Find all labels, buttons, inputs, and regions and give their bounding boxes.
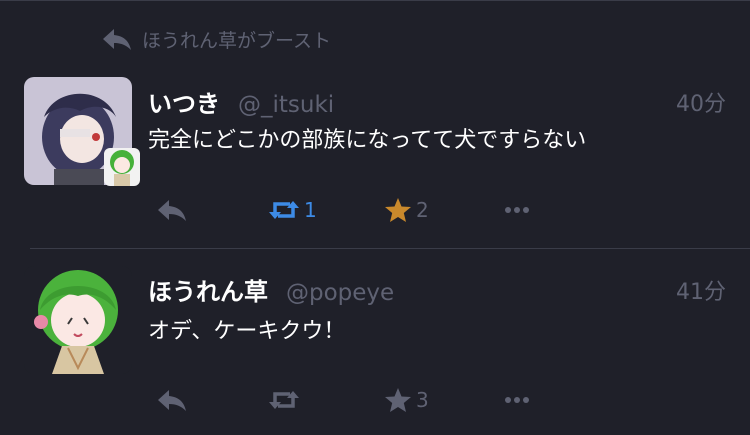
booster-avatar — [104, 148, 140, 186]
account-handle[interactable]: @_itsuki — [238, 92, 334, 118]
boost-indicator: ほうれん草がブースト — [100, 24, 331, 54]
more-button[interactable] — [503, 197, 531, 223]
star-icon — [385, 388, 411, 412]
status-content: オデ、ケーキクウ！ — [148, 319, 346, 344]
favourite-button[interactable]: 3 — [384, 387, 429, 413]
favourite-button[interactable]: 2 — [384, 197, 429, 223]
retweet-icon — [269, 391, 299, 409]
reblog-count: 1 — [304, 198, 317, 222]
avatar-image — [24, 266, 132, 374]
reply-arrow-icon — [103, 29, 131, 50]
status-divider — [30, 248, 750, 249]
display-name[interactable]: いつき — [148, 84, 220, 119]
top-divider — [0, 0, 750, 1]
status-header: いつき @_itsuki — [148, 84, 334, 119]
action-bar: 1 2 — [0, 197, 750, 231]
ellipsis-icon — [505, 207, 529, 213]
status-time[interactable]: 40分 — [676, 86, 726, 118]
boost-label: ほうれん草がブースト — [142, 29, 332, 52]
reply-button[interactable] — [155, 387, 189, 413]
avatar[interactable] — [24, 266, 132, 374]
account-handle[interactable]: @popeye — [286, 280, 394, 306]
action-bar: 3 — [0, 387, 750, 421]
status-time[interactable]: 41分 — [676, 274, 726, 306]
status-header: ほうれん草 @popeye — [148, 272, 394, 307]
ellipsis-icon — [505, 397, 529, 403]
star-icon — [385, 198, 411, 222]
retweet-icon — [269, 201, 299, 219]
more-button[interactable] — [503, 387, 531, 413]
display-name[interactable]: ほうれん草 — [148, 272, 268, 307]
reply-button[interactable] — [155, 197, 189, 223]
reply-icon — [158, 200, 186, 221]
reblog-button[interactable]: 1 — [268, 197, 317, 223]
reblog-button[interactable] — [268, 387, 300, 413]
reply-icon — [158, 390, 186, 411]
favourite-count: 3 — [416, 388, 429, 412]
favourite-count: 2 — [416, 198, 429, 222]
status-content: 完全にどこかの部族になってて犬ですらない — [148, 128, 587, 153]
